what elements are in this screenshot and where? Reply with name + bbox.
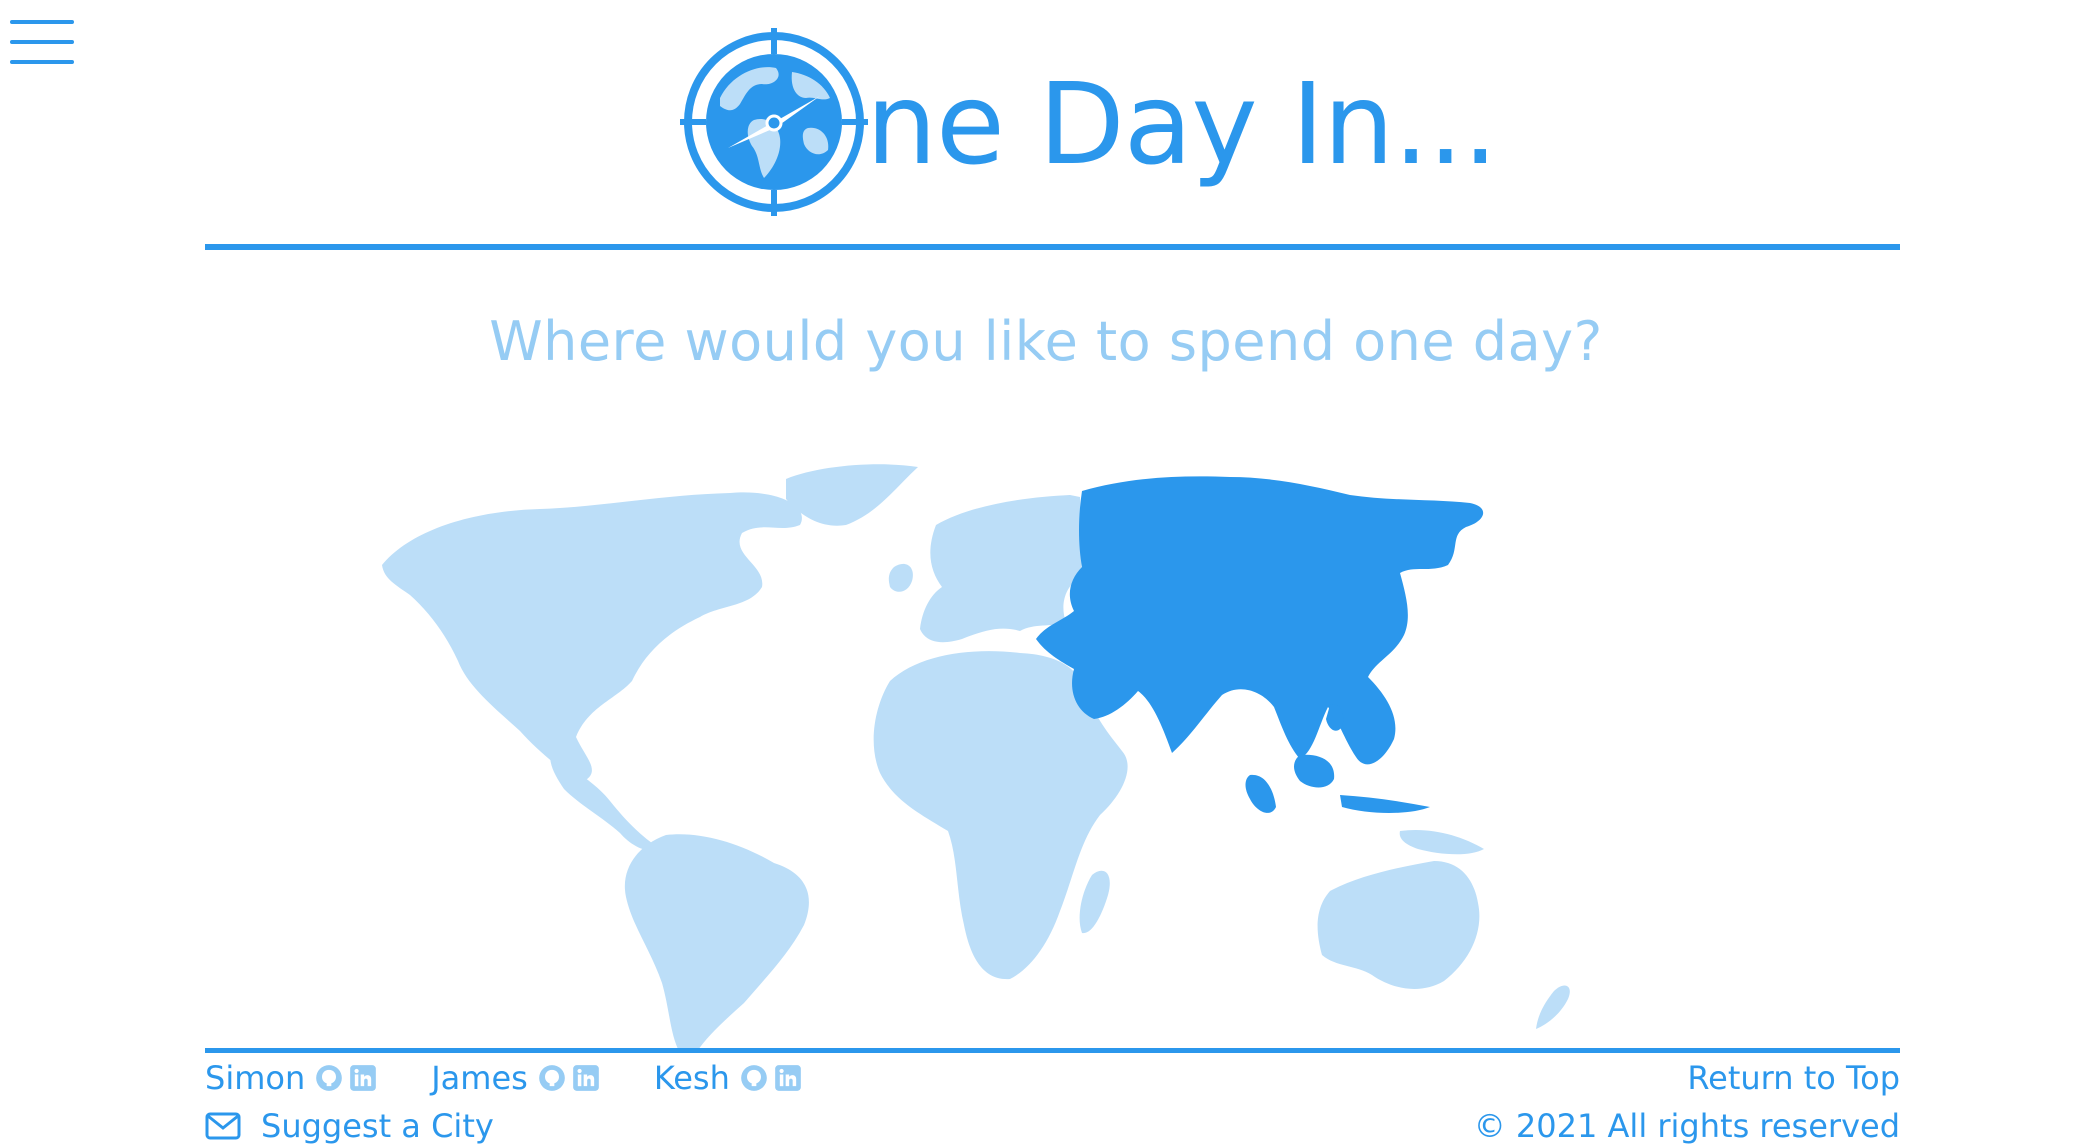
author-kesh: Kesh <box>654 1059 808 1097</box>
map-region-greenland[interactable] <box>786 464 918 526</box>
github-icon[interactable] <box>740 1064 768 1092</box>
linkedin-icon[interactable] <box>774 1064 802 1092</box>
map-region-asia[interactable] <box>1036 476 1484 765</box>
map-region-oceania[interactable] <box>1317 861 1480 989</box>
map-region-central-america[interactable] <box>550 755 658 851</box>
header-divider <box>205 244 1900 250</box>
linkedin-icon[interactable] <box>349 1064 377 1092</box>
envelope-icon <box>205 1112 241 1140</box>
map-region-south-america[interactable] <box>624 834 809 1053</box>
map-region-europe[interactable] <box>920 495 1082 643</box>
author-name[interactable]: Kesh <box>654 1059 730 1097</box>
map-region-uk[interactable] <box>888 563 913 592</box>
map-region-southeast-asia-islands[interactable] <box>1245 704 1431 813</box>
footer-divider <box>205 1048 1900 1053</box>
return-to-top-link[interactable]: Return to Top <box>1687 1056 1900 1100</box>
map-region-new-guinea[interactable] <box>1399 829 1484 855</box>
author-name[interactable]: James <box>431 1059 528 1097</box>
page: ne Day In... Where would you like to spe… <box>0 0 2092 1148</box>
suggest-city-label[interactable]: Suggest a City <box>261 1107 494 1145</box>
copyright-text: © 2021 All rights reserved <box>1473 1107 1900 1145</box>
linkedin-icon[interactable] <box>572 1064 600 1092</box>
map-region-madagascar[interactable] <box>1079 870 1110 934</box>
map-region-new-zealand[interactable] <box>1536 985 1570 1029</box>
github-icon[interactable] <box>538 1064 566 1092</box>
hamburger-menu-icon[interactable] <box>10 18 76 68</box>
brand[interactable]: ne Day In... <box>680 28 1498 216</box>
author-name[interactable]: Simon <box>205 1059 305 1097</box>
globe-compass-icon <box>680 28 868 216</box>
author-james: James <box>431 1059 606 1097</box>
authors-list: Simon James Kesh <box>205 1056 856 1100</box>
page-question: Where would you like to spend one day? <box>489 310 1603 373</box>
site-title: ne Day In... <box>866 60 1498 190</box>
suggest-city-link[interactable]: Suggest a City <box>205 1104 494 1148</box>
map-region-north-america[interactable] <box>382 492 802 783</box>
world-map <box>370 455 1730 1055</box>
github-icon[interactable] <box>315 1064 343 1092</box>
author-simon: Simon <box>205 1059 383 1097</box>
